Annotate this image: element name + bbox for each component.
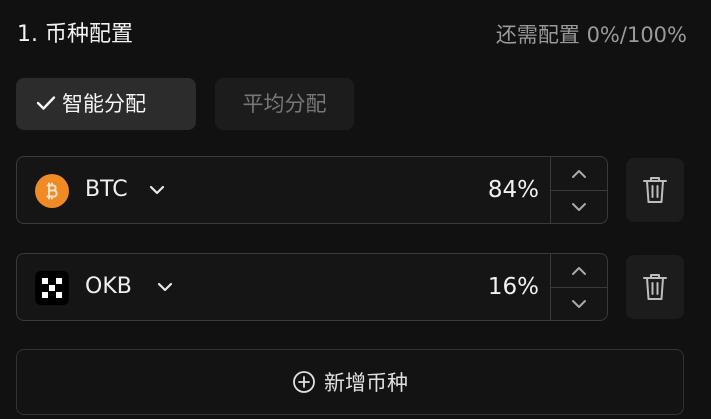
equal-allocation-button[interactable]: 平均分配 [215,78,354,130]
smart-allocation-label: 智能分配 [62,92,146,116]
check-icon [36,78,62,130]
chevron-down-icon[interactable] [156,280,174,294]
section-header: 1. 币种配置 还需配置 0%/100% [17,18,687,52]
delete-coin-button[interactable] [626,158,684,222]
smart-allocation-button[interactable]: 智能分配 [16,78,196,130]
percent-stepper [550,254,607,320]
increase-button[interactable] [551,157,607,191]
add-coin-button[interactable]: 新增币种 [16,349,684,415]
coin-row-btc: BTC 84% [16,156,686,224]
section-title: 1. 币种配置 [17,22,133,47]
increase-button[interactable] [551,254,607,288]
chevron-down-icon [572,202,586,211]
percent-input-okb[interactable]: 16% [488,254,539,320]
coin-selector-btc[interactable]: BTC [85,157,128,223]
trash-icon [643,274,667,300]
okb-icon [35,271,69,305]
decrease-button[interactable] [551,287,607,320]
equal-allocation-label: 平均分配 [242,92,327,116]
coin-row-okb: OKB 16% [16,253,686,321]
chevron-up-icon [572,266,586,275]
chevron-down-icon [572,299,586,308]
chevron-up-icon [572,169,586,178]
percent-stepper [550,157,607,223]
decrease-button[interactable] [551,190,607,223]
coin-field-okb: OKB 16% [16,253,608,321]
coin-selector-okb[interactable]: OKB [85,254,132,320]
add-coin-label: 新增币种 [324,371,408,395]
trash-icon [643,177,667,203]
delete-coin-button[interactable] [626,255,684,319]
percent-input-btc[interactable]: 84% [488,157,539,223]
plus-circle-icon [292,370,316,394]
chevron-down-icon[interactable] [148,183,166,197]
bitcoin-icon [35,174,69,208]
allocation-remaining: 还需配置 0%/100% [495,23,687,47]
coin-field-btc: BTC 84% [16,156,608,224]
